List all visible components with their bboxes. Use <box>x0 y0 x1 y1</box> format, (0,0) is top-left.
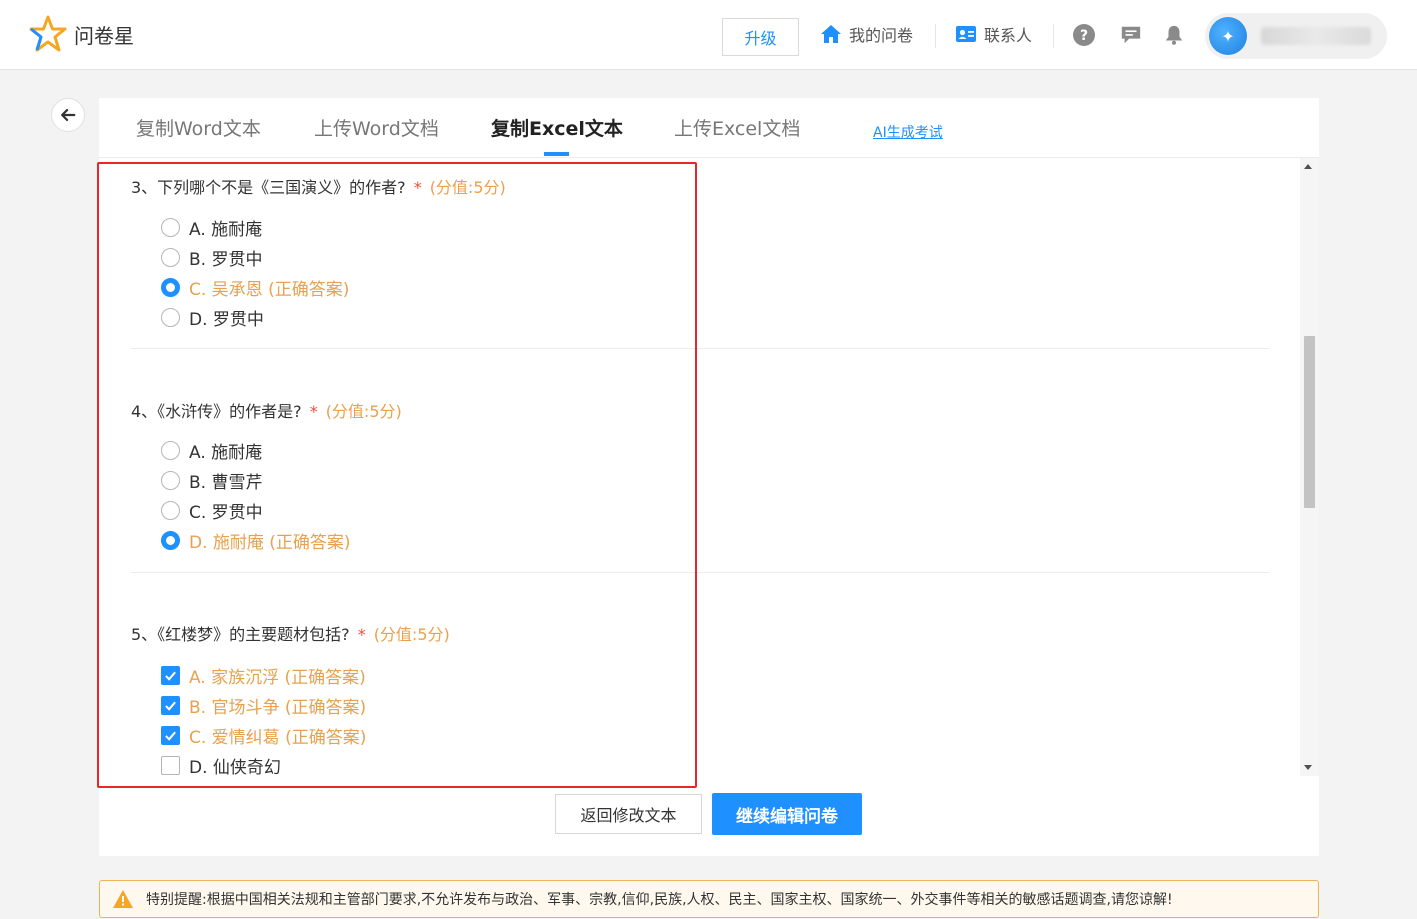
active-tab-indicator <box>544 152 569 156</box>
option-label: B. 官场斗争 (正确答案) <box>189 697 367 718</box>
option-label: C. 罗贯中 <box>189 502 263 523</box>
option-label: A. 施耐庵 <box>189 219 263 240</box>
option-radio[interactable]: A. 施耐庵 <box>161 438 263 463</box>
option-label: A. 家族沉浮 (正确答案) <box>189 667 366 688</box>
option-label: D. 罗贯中 <box>189 309 264 330</box>
contacts-card-icon <box>956 26 976 42</box>
question-title: 5、《红楼梦》的主要题材包括? * (分值:5分) <box>131 624 1269 646</box>
option-radio[interactable]: D. 罗贯中 <box>161 305 264 330</box>
option-checkbox[interactable]: D. 仙侠奇幻 <box>161 753 281 776</box>
radio-button[interactable] <box>161 500 180 520</box>
option-checkbox-correct[interactable]: C. 爱情纠葛 (正确答案) <box>161 723 367 748</box>
question-text: 4、《水浒传》的作者是? <box>131 402 302 421</box>
nav-divider <box>935 24 936 48</box>
scrollbar-thumb[interactable] <box>1304 336 1315 508</box>
ai-generate-exam-link[interactable]: AI生成考试 <box>873 122 943 142</box>
top-header: 问卷星 升级 我的问卷 联系人 ? ✦ <box>0 0 1417 70</box>
nav-contacts-label: 联系人 <box>984 26 1033 45</box>
star-logo-icon <box>29 15 67 52</box>
option-radio[interactable]: C. 罗贯中 <box>161 498 263 523</box>
option-radio[interactable]: A. 施耐庵 <box>161 215 263 240</box>
option-label: D. 仙侠奇幻 <box>189 757 281 777</box>
question-preview[interactable]: 3、下列哪个不是《三国演义》的作者? * (分值:5分) A. 施耐庵 B. 罗贯中… <box>99 158 1300 776</box>
option-label: C. 爱情纠葛 (正确答案) <box>189 727 367 748</box>
option-label: A. 施耐庵 <box>189 442 263 463</box>
checkbox[interactable] <box>161 755 180 775</box>
option-label: C. 吴承恩 (正确答案) <box>189 279 350 300</box>
checkmark-icon <box>165 731 176 741</box>
back-button[interactable] <box>51 98 85 132</box>
question-text: 3、下列哪个不是《三国演义》的作者? <box>131 178 406 197</box>
avatar: ✦ <box>1209 17 1247 55</box>
required-mark: * <box>357 625 366 644</box>
nav-divider <box>1053 24 1054 48</box>
option-radio-correct[interactable]: C. 吴承恩 (正确答案) <box>161 275 350 300</box>
required-mark: * <box>309 402 318 421</box>
user-name-blurred <box>1261 27 1371 45</box>
tab-upload-word[interactable]: 上传Word文档 <box>314 114 439 141</box>
user-menu[interactable]: ✦ <box>1205 13 1387 59</box>
radio-button[interactable] <box>161 217 180 237</box>
svg-text:?: ? <box>1080 28 1088 44</box>
logo-text: 问卷星 <box>74 23 134 48</box>
checkbox-checked[interactable] <box>161 665 180 685</box>
option-checkbox-correct[interactable]: B. 官场斗争 (正确答案) <box>161 693 367 718</box>
required-mark: * <box>413 178 422 197</box>
option-radio[interactable]: B. 罗贯中 <box>161 245 263 270</box>
checkmark-icon <box>165 671 176 681</box>
option-radio[interactable]: B. 曹雪芹 <box>161 468 263 493</box>
radio-button[interactable] <box>161 440 180 460</box>
checkbox-checked[interactable] <box>161 725 180 745</box>
notice-text: 特别提醒:根据中国相关法规和主管部门要求,不允许发布与政治、军事、宗教,信仰,民… <box>146 892 1173 908</box>
question-title: 3、下列哪个不是《三国演义》的作者? * (分值:5分) <box>131 177 1269 199</box>
radio-button-selected[interactable] <box>161 530 180 550</box>
home-icon <box>821 25 841 43</box>
upgrade-button[interactable]: 升级 <box>722 18 799 56</box>
question-text: 5、《红楼梦》的主要题材包括? <box>131 625 350 644</box>
import-card: 复制Word文本 上传Word文档 复制Excel文本 上传Excel文档 AI… <box>99 98 1319 856</box>
continue-edit-survey-button[interactable]: 继续编辑问卷 <box>712 793 862 835</box>
nav-my-surveys[interactable]: 我的问卷 <box>820 22 913 46</box>
checkbox-checked[interactable] <box>161 695 180 715</box>
option-label: B. 曹雪芹 <box>189 472 263 493</box>
question-item: 5、《红楼梦》的主要题材包括? * (分值:5分) <box>131 624 1269 646</box>
question-score: (分值:5分) <box>429 178 506 197</box>
tab-copy-excel[interactable]: 复制Excel文本 <box>491 114 623 141</box>
radio-button[interactable] <box>161 307 180 327</box>
question-title: 4、《水浒传》的作者是? * (分值:5分) <box>131 401 1269 423</box>
option-radio-correct[interactable]: D. 施耐庵 (正确答案) <box>161 528 351 553</box>
scroll-down-arrow-icon[interactable] <box>1304 765 1312 770</box>
warning-icon <box>113 890 133 908</box>
radio-button-selected[interactable] <box>161 277 180 297</box>
question-item: 3、下列哪个不是《三国演义》的作者? * (分值:5分) <box>131 177 1269 199</box>
help-icon[interactable]: ? <box>1071 22 1097 48</box>
option-label: D. 施耐庵 (正确答案) <box>189 532 351 553</box>
question-divider <box>131 348 1269 349</box>
message-icon[interactable] <box>1118 22 1144 48</box>
option-label: B. 罗贯中 <box>189 249 263 270</box>
nav-my-surveys-label: 我的问卷 <box>849 26 914 45</box>
bell-icon[interactable] <box>1161 22 1187 48</box>
nav-contacts[interactable]: 联系人 <box>955 22 1032 46</box>
question-score: (分值:5分) <box>325 402 402 421</box>
option-checkbox-correct[interactable]: A. 家族沉浮 (正确答案) <box>161 663 366 688</box>
back-edit-text-button[interactable]: 返回修改文本 <box>555 794 702 834</box>
checkmark-icon <box>165 701 176 711</box>
radio-button[interactable] <box>161 247 180 267</box>
policy-notice: 特别提醒:根据中国相关法规和主管部门要求,不允许发布与政治、军事、宗教,信仰,民… <box>99 880 1319 918</box>
radio-button[interactable] <box>161 470 180 490</box>
question-divider <box>131 572 1269 573</box>
question-item: 4、《水浒传》的作者是? * (分值:5分) <box>131 401 1269 423</box>
import-tabs: 复制Word文本 上传Word文档 复制Excel文本 上传Excel文档 AI… <box>99 98 1319 158</box>
logo[interactable]: 问卷星 <box>28 14 134 54</box>
tab-upload-excel[interactable]: 上传Excel文档 <box>674 114 800 141</box>
scrollbar[interactable] <box>1300 158 1319 776</box>
arrow-left-icon <box>61 108 76 122</box>
question-score: (分值:5分) <box>373 625 450 644</box>
scroll-up-arrow-icon[interactable] <box>1304 164 1312 169</box>
tab-copy-word[interactable]: 复制Word文本 <box>136 114 261 141</box>
